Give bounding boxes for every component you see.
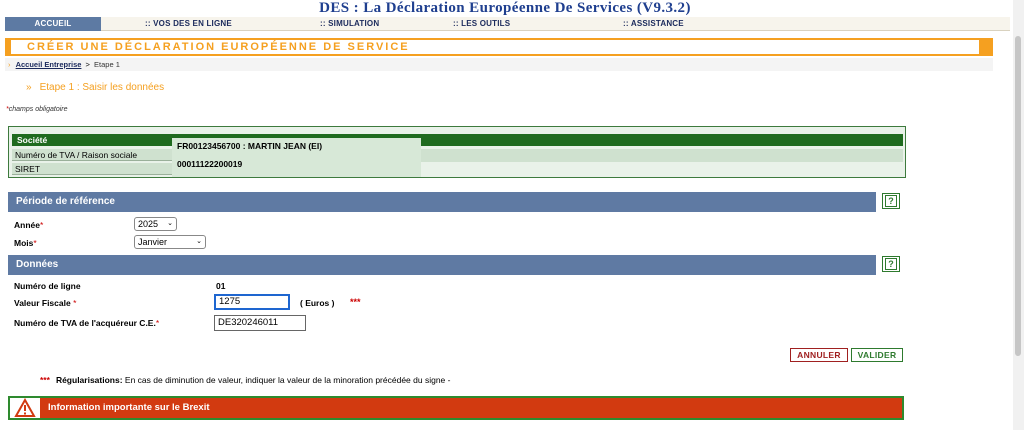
- chevron-down-icon: ⌄: [196, 238, 202, 245]
- breadcrumb-current: Etape 1: [94, 60, 120, 69]
- mois-label: Mois*: [14, 238, 37, 248]
- annee-select[interactable]: 2025 ⌄: [134, 217, 177, 231]
- numero-ligne-label: Numéro de ligne: [14, 281, 81, 291]
- chevron-down-icon: ⌄: [167, 220, 173, 227]
- annee-required-star: *: [39, 220, 44, 230]
- step-arrow-icon: »: [26, 82, 32, 93]
- societe-label-tva: Numéro de TVA / Raison sociale: [12, 149, 174, 161]
- mois-select-value: Janvier: [138, 237, 168, 247]
- valider-button[interactable]: VALIDER: [851, 348, 903, 362]
- tva-acquereur-input[interactable]: DE320246011: [214, 315, 306, 331]
- nav-assistance[interactable]: :: Assistance: [623, 17, 684, 31]
- numero-ligne-value: 01: [216, 281, 226, 291]
- required-note: *champs obligatoire: [6, 106, 68, 113]
- valeur-fiscale-input[interactable]: 1275: [214, 294, 290, 310]
- mois-label-text: Mois: [14, 238, 34, 248]
- mois-select[interactable]: Janvier ⌄: [134, 235, 206, 249]
- regularisations-stars: ***: [40, 375, 50, 385]
- valeur-unit: ( Euros ): [300, 298, 335, 308]
- brexit-icon-box: [10, 398, 40, 418]
- annee-label-text: Année: [14, 220, 40, 230]
- banner-title: Créer une déclaration européenne de serv…: [27, 41, 410, 53]
- vertical-scrollbar[interactable]: [1013, 0, 1024, 430]
- tva-acquereur-label: Numéro de TVA de l'acquéreur C.E.*: [14, 318, 159, 328]
- societe-value-siret: 00011122200019: [177, 159, 243, 169]
- nav-les-outils[interactable]: :: Les Outils: [453, 17, 510, 31]
- scrollbar-thumb[interactable]: [1015, 36, 1021, 356]
- nav-vos-des[interactable]: :: Vos DES En Ligne: [145, 17, 232, 31]
- warning-icon: [14, 398, 36, 417]
- annee-select-value: 2025: [138, 219, 159, 229]
- breadcrumb-link-accueil-entreprise[interactable]: Accueil Entreprise: [16, 60, 82, 69]
- societe-value-tva: FR00123456700 : MARTIN JEAN (EI): [177, 141, 323, 151]
- page-banner: Créer une déclaration européenne de serv…: [5, 38, 993, 56]
- regularisations-label: Régularisations:: [55, 375, 123, 385]
- regularisations-note: *** Régularisations: En cas de diminution…: [40, 375, 450, 385]
- brexit-banner[interactable]: Information importante sur le Brexit: [8, 396, 904, 420]
- societe-row-band: [421, 149, 903, 162]
- breadcrumb: › Accueil Entreprise > Etape 1: [5, 58, 993, 71]
- societe-label-siret: SIRET: [12, 163, 174, 175]
- tva-acquereur-label-text: Numéro de TVA de l'acquéreur C.E.: [14, 318, 156, 328]
- tva-acquereur-required-star: *: [155, 318, 160, 328]
- breadcrumb-separator: >: [85, 60, 90, 69]
- donnees-header: Données: [8, 255, 876, 275]
- app-title: DES : La Déclaration Européenne De Servi…: [319, 0, 691, 16]
- valeur-regularisation-stars: ***: [350, 297, 361, 307]
- societe-panel: Société Numéro de TVA / Raison sociale S…: [8, 126, 906, 178]
- valeur-fiscale-label: Valeur Fiscale *: [14, 298, 76, 308]
- periode-help-glyph: ?: [885, 195, 897, 207]
- main-nav: Accueil :: Vos DES En Ligne :: Simulatio…: [5, 17, 1010, 31]
- valeur-fiscale-label-text: Valeur Fiscale: [14, 298, 71, 308]
- required-note-text: champs obligatoire: [8, 106, 68, 113]
- periode-header: Période de référence: [8, 192, 876, 212]
- valeur-fiscale-required-star: *: [73, 298, 77, 308]
- nav-simulation[interactable]: :: Simulation: [320, 17, 379, 31]
- societe-header: Société: [12, 134, 903, 146]
- nav-accueil[interactable]: Accueil: [5, 17, 101, 31]
- mois-required-star: *: [33, 238, 37, 248]
- breadcrumb-arrow-icon: ›: [8, 60, 11, 69]
- donnees-help-icon[interactable]: ?: [882, 256, 900, 272]
- periode-help-icon[interactable]: ?: [882, 193, 900, 209]
- step-heading: » Etape 1 : Saisir les données: [26, 82, 164, 93]
- step-label: Etape 1 : Saisir les données: [39, 82, 165, 93]
- banner-accent-right: [979, 38, 993, 56]
- annuler-button[interactable]: ANNULER: [790, 348, 848, 362]
- brexit-info-text: Information importante sur le Brexit: [48, 402, 210, 413]
- donnees-help-glyph: ?: [885, 258, 897, 270]
- regularisations-text: En cas de diminution de valeur, indiquer…: [122, 375, 451, 385]
- annee-label: Année*: [14, 220, 43, 230]
- banner-accent-left: [5, 38, 11, 56]
